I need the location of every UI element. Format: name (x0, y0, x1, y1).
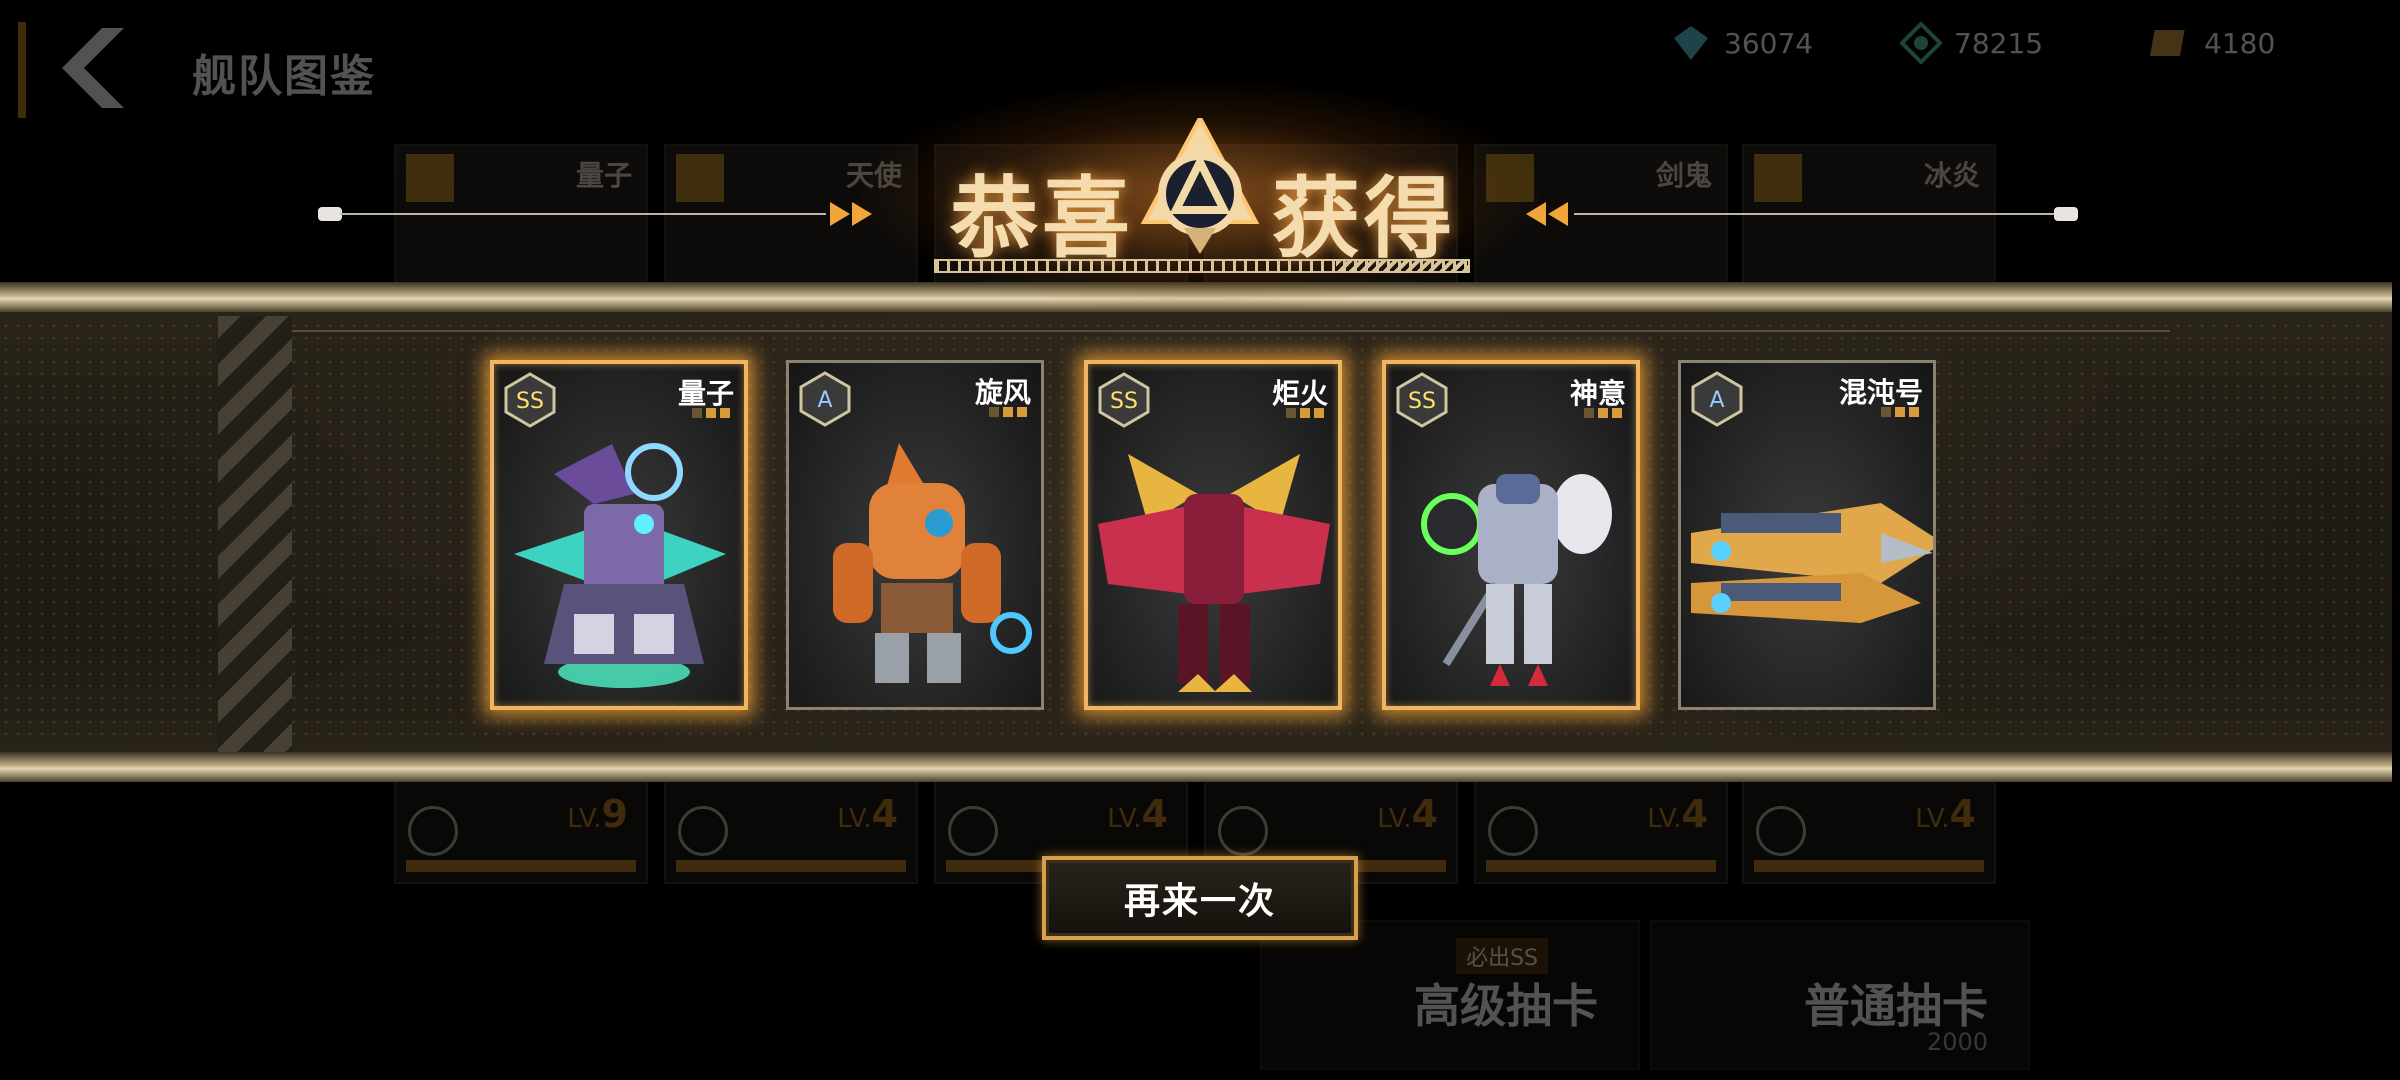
level-label: LV.4 (1915, 792, 1976, 836)
gem-token-icon (1900, 22, 1942, 64)
normal-gacha-button[interactable]: 普通抽卡 2000 (1650, 920, 2030, 1070)
class-badge (1754, 154, 1802, 202)
reward-card[interactable]: SS 神意 (1382, 360, 1640, 710)
card-name: 量子 (575, 159, 632, 192)
star-pips (1584, 408, 1622, 418)
svg-text:A: A (817, 388, 832, 413)
double-arrow-right-icon (830, 202, 872, 226)
premium-gacha-button[interactable]: 必出SS 高级抽卡 (1260, 920, 1640, 1070)
level-label: LV.4 (1107, 792, 1168, 836)
white-mech-illustration (1421, 474, 1612, 686)
card-name: 冰炎 (1923, 159, 1980, 192)
back-arrow-icon[interactable] (62, 28, 132, 108)
card-name: 旋风 (974, 376, 1031, 409)
title-left: 恭喜 (950, 167, 1135, 270)
currency-value: 78215 (1954, 26, 2044, 60)
card-name: 混沌号 (1838, 376, 1923, 409)
svg-text:SS: SS (1110, 389, 1138, 414)
deco-cap-right (2054, 207, 2078, 221)
ticket-icon (2150, 30, 2185, 56)
class-badge (676, 154, 724, 202)
band-bottom-edge (0, 752, 2392, 782)
card-name: 炬火 (1271, 377, 1328, 410)
gold-ship-illustration (1691, 503, 1933, 623)
rank-badge (1218, 806, 1268, 856)
rank-ss-badge: SS (1098, 372, 1150, 428)
svg-text:SS: SS (516, 389, 544, 414)
card-name: 神意 (1569, 377, 1626, 410)
gacha-label: 普通抽卡 (1804, 979, 1988, 1033)
diamond-icon (1674, 26, 1708, 60)
title-underline-fill (1336, 261, 1468, 271)
deco-line-right (1574, 213, 2060, 215)
purple-mech-illustration (514, 443, 726, 688)
reward-card[interactable]: SS 量子 (490, 360, 748, 710)
reward-card[interactable]: A 混沌号 (1678, 360, 1936, 710)
gacha-cost: 2000 (1926, 1028, 1988, 1056)
svg-text:SS: SS (1408, 389, 1436, 414)
title-right: 获得 (1272, 167, 1457, 270)
deco-line-left (340, 213, 826, 215)
level-label: LV.4 (1377, 792, 1438, 836)
progress-bar (1486, 860, 1716, 872)
rank-badge (948, 806, 998, 856)
level-label: LV.4 (837, 792, 898, 836)
rank-badge (1488, 806, 1538, 856)
accent-bar (18, 22, 26, 118)
gacha-label: 高级抽卡 (1414, 979, 1598, 1033)
svg-text:A: A (1709, 388, 1724, 413)
currency-diamond[interactable]: 36074 (1670, 22, 1813, 64)
class-badge (406, 154, 454, 202)
deco-cap-left (318, 207, 342, 221)
band-divider (290, 330, 2170, 332)
double-arrow-left-icon (1526, 202, 1568, 226)
crimson-mech-illustration (1098, 454, 1330, 692)
currency-gem[interactable]: 78215 (1900, 22, 2043, 64)
page-title: 舰队图鉴 (192, 51, 376, 102)
orange-mech-illustration (833, 443, 1032, 683)
rank-ss-badge: SS (1396, 372, 1448, 428)
star-pips (1286, 408, 1324, 418)
card-name: 剑鬼 (1655, 159, 1712, 192)
guarantee-tag: 必出SS (1456, 938, 1548, 974)
hazard-stripes (218, 316, 292, 752)
rank-badge (1756, 806, 1806, 856)
emblem-icon (1140, 118, 1260, 254)
rank-badge (408, 806, 458, 856)
progress-bar (676, 860, 906, 872)
level-label: LV.4 (1647, 792, 1708, 836)
progress-bar (1754, 860, 1984, 872)
star-pips (692, 408, 730, 418)
rank-a-badge: A (1691, 371, 1743, 427)
currency-value: 4180 (2204, 26, 2276, 60)
star-pips (989, 407, 1027, 417)
level-label: LV.9 (567, 792, 628, 836)
card-name: 量子 (677, 377, 734, 410)
rank-a-badge: A (799, 371, 851, 427)
star-pips (1881, 407, 1919, 417)
reward-card[interactable]: SS 炬火 (1084, 360, 1342, 710)
progress-bar (406, 860, 636, 872)
reward-card[interactable]: A 旋风 (786, 360, 1044, 710)
rank-badge (678, 806, 728, 856)
rank-ss-badge: SS (504, 372, 556, 428)
draw-again-button[interactable]: 再来一次 (1042, 856, 1358, 940)
currency-value: 36074 (1724, 26, 1814, 60)
currency-ticket[interactable]: 4180 (2150, 22, 2275, 64)
